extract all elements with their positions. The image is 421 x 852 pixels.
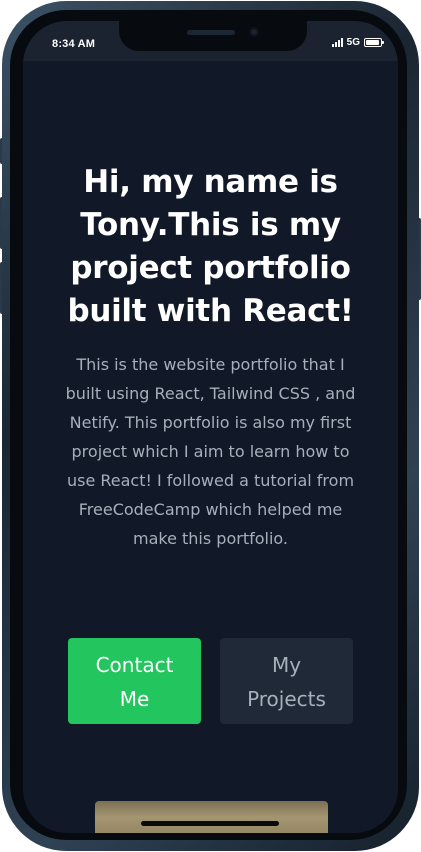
contact-me-button[interactable]: Contact Me [68,638,201,724]
hero-title: Hi, my name is Tony.This is my project p… [67,164,354,329]
status-time: 8:34 AM [52,38,96,50]
phone-screen: 8:34 AM 5G Hi, my name is Tony.This is m… [23,21,398,833]
network-type: 5G [346,37,360,48]
home-indicator[interactable] [141,821,279,826]
my-projects-button[interactable]: My Projects [220,638,353,724]
battery-icon [364,38,384,47]
battery-level [366,40,379,45]
status-indicators: 5G [331,37,384,48]
speaker-grille [187,30,235,35]
project-preview-image [95,801,328,833]
front-camera-icon [249,27,259,37]
hero-description: This is the website portfolio that I bui… [65,355,356,548]
cellular-signal-icon [331,38,343,47]
phone-mockup: 8:34 AM 5G Hi, my name is Tony.This is m… [0,0,421,852]
camera-notch [119,21,307,51]
